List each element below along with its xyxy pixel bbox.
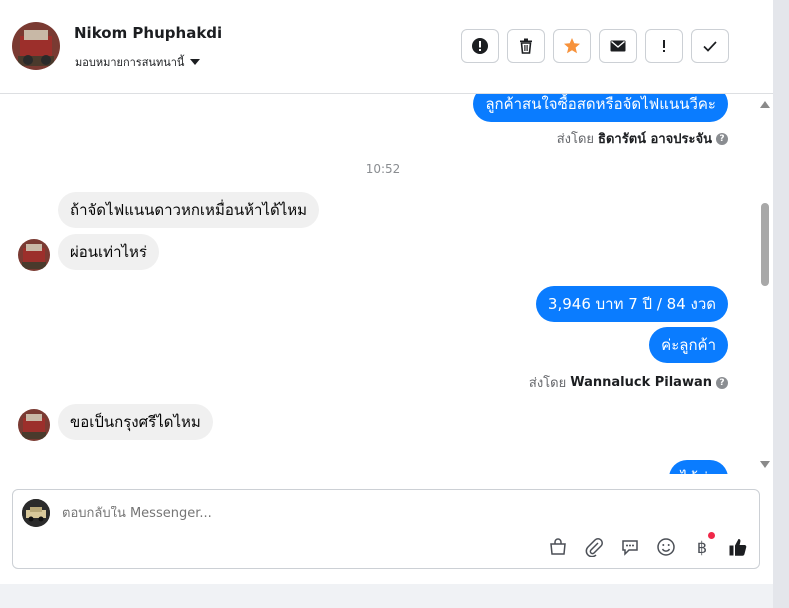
smiley-icon[interactable] — [655, 536, 677, 558]
trash-icon — [520, 38, 532, 54]
contact-avatar[interactable] — [12, 22, 60, 70]
contact-name[interactable]: Nikom Phuphakdi — [74, 24, 222, 42]
message-timestamp: 10:52 — [365, 162, 401, 176]
message-thread[interactable]: ลูกค้าสนใจซื้อสดหรือจัดไฟแนนวีคะ ส่งโดย … — [0, 94, 758, 474]
conversation-panel: Nikom Phuphakdi มอบหมายการสนทนานี้ ลูกค้… — [0, 0, 773, 584]
star-button[interactable] — [553, 29, 591, 63]
delete-button[interactable] — [507, 29, 545, 63]
contact-avatar-small — [18, 409, 50, 441]
help-icon[interactable]: ? — [716, 132, 728, 145]
baht-icon[interactable]: ฿ — [691, 532, 715, 558]
exclamation-icon — [663, 40, 665, 52]
scroll-down-icon[interactable] — [760, 461, 770, 468]
sent-by-prefix: ส่งโดย — [556, 132, 595, 147]
header-actions — [461, 29, 729, 63]
message-bubble-outgoing[interactable]: 3,946 บาท 7 ปี / 84 งวด — [535, 286, 728, 322]
message-bubble-incoming[interactable]: ผ่อนเท่าไหร่ — [58, 234, 159, 270]
message-bubble-outgoing[interactable]: ได้ค่ะ — [668, 460, 728, 474]
mark-done-button[interactable] — [691, 29, 729, 63]
message-bubble-incoming[interactable]: ถ้าจัดไฟแนนดาวหกเหมื่อนห้าได้ไหม — [58, 192, 320, 228]
scrollbar-thumb[interactable] — [761, 203, 769, 286]
star-icon — [564, 38, 580, 54]
alert-circle-icon — [472, 38, 488, 54]
chat-bubble-icon[interactable] — [619, 536, 641, 558]
window-edge — [773, 0, 789, 608]
reply-composer: ฿ — [12, 489, 760, 569]
paperclip-icon[interactable] — [583, 536, 605, 558]
message-bubble-incoming[interactable]: ขอเป็นกรุงศรีไดไหม — [58, 404, 213, 440]
sent-by-name: ธิดารัตน์ อาจประจัน — [598, 132, 712, 147]
message-bubble-outgoing[interactable]: ค่ะลูกค้า — [649, 327, 728, 363]
conversation-header: Nikom Phuphakdi มอบหมายการสนทนานี้ — [0, 0, 773, 94]
bag-icon[interactable] — [547, 536, 569, 558]
help-icon[interactable]: ? — [716, 376, 728, 389]
composer-tools: ฿ — [547, 532, 749, 558]
message-bubble-outgoing[interactable]: ลูกค้าสนใจซื้อสดหรือจัดไฟแนนวีคะ — [473, 94, 728, 122]
contact-avatar-small — [18, 239, 50, 271]
sent-by-label: ส่งโดย ธิดารัตน์ อาจประจัน ? — [557, 128, 728, 149]
check-icon — [703, 41, 717, 52]
sent-by-name: Wannaluck Pilawan — [570, 375, 712, 390]
sent-by-prefix: ส่งโดย — [528, 376, 567, 391]
page-avatar — [22, 499, 50, 527]
report-spam-button[interactable] — [461, 29, 499, 63]
envelope-icon — [610, 40, 626, 52]
mark-unread-button[interactable] — [599, 29, 637, 63]
notification-dot — [708, 532, 715, 539]
sent-by-label: ส่งโดย Wannaluck Pilawan ? — [529, 372, 728, 393]
assign-conversation-dropdown[interactable]: มอบหมายการสนทนานี้ — [75, 53, 201, 71]
thumbs-up-icon[interactable] — [727, 536, 749, 558]
caret-down-icon — [190, 59, 201, 65]
baht-symbol: ฿ — [696, 537, 708, 557]
assign-label: มอบหมายการสนทนานี้ — [75, 56, 185, 69]
mark-important-button[interactable] — [645, 29, 683, 63]
reply-input[interactable] — [62, 506, 562, 521]
scroll-up-icon[interactable] — [760, 101, 770, 108]
